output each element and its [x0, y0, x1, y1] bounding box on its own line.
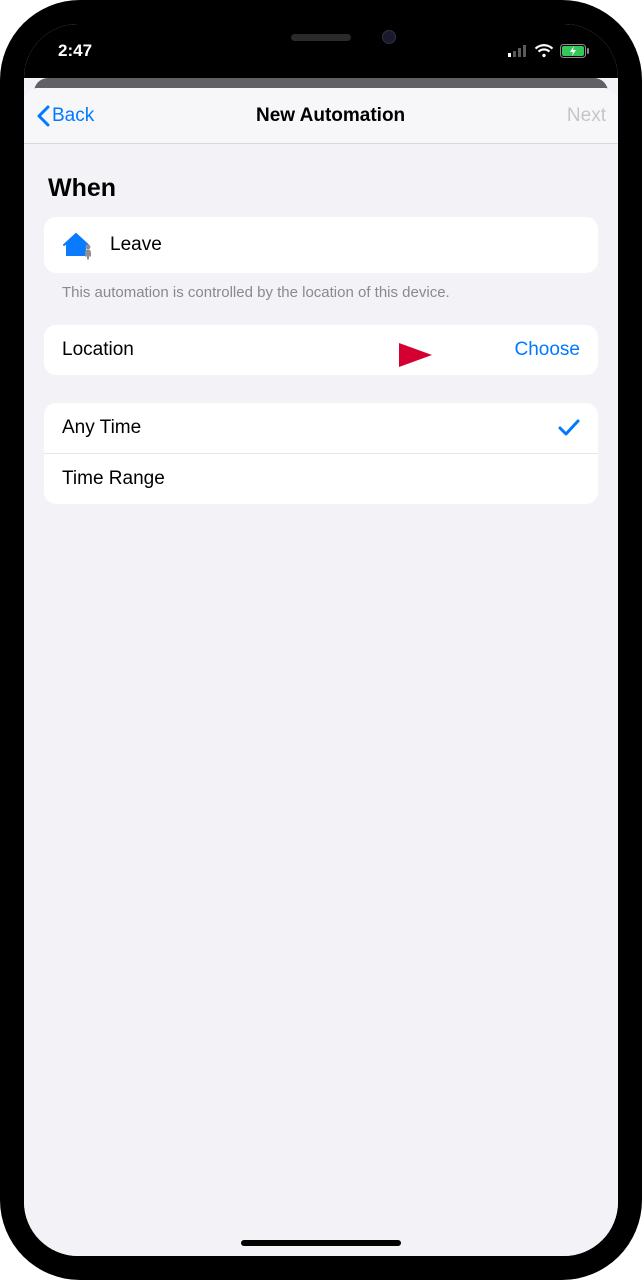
leave-home-icon [62, 231, 96, 259]
page-title: New Automation [256, 105, 405, 127]
next-button[interactable]: Next [567, 105, 606, 127]
navigation-bar: Back New Automation Next [24, 88, 618, 144]
notch [196, 24, 446, 60]
section-header-when: When [48, 174, 598, 203]
trigger-row-leave[interactable]: Leave [44, 217, 598, 273]
location-choose-link[interactable]: Choose [515, 339, 581, 361]
back-label: Back [52, 105, 94, 127]
status-time: 2:47 [58, 41, 92, 61]
cellular-icon [508, 45, 528, 57]
silence-switch [0, 180, 2, 216]
back-button[interactable]: Back [36, 105, 94, 127]
checkmark-icon [558, 419, 580, 437]
location-row[interactable]: Location Choose [44, 325, 598, 375]
time-option-any[interactable]: Any Time [44, 403, 598, 453]
time-any-label: Any Time [62, 417, 558, 439]
trigger-label: Leave [110, 234, 580, 256]
volume-down-button [0, 340, 2, 410]
location-label: Location [62, 339, 515, 361]
time-option-range[interactable]: Time Range [44, 453, 598, 504]
time-range-label: Time Range [62, 468, 580, 490]
volume-up-button [0, 250, 2, 320]
battery-icon [560, 44, 590, 58]
trigger-footnote: This automation is controlled by the loc… [44, 273, 598, 325]
wifi-icon [534, 44, 554, 58]
chevron-left-icon [36, 105, 50, 127]
home-indicator[interactable] [241, 1240, 401, 1246]
